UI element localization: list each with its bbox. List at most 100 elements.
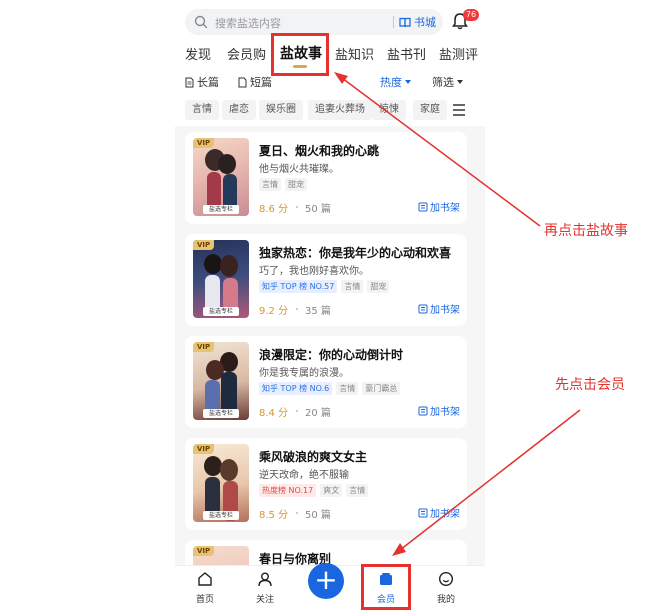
separator-dot [296,308,298,310]
search-bar[interactable]: 搜索盐选内容 书城 [185,9,443,35]
nav-profile-label: 我的 [436,595,455,605]
story-title: 乘风破浪的爽文女主 [259,450,368,464]
profile-icon [438,571,454,587]
bookstore-label: 书城 [414,16,436,29]
notification-badge: 76 [463,9,479,21]
chip-chase-wife[interactable]: 追妻火葬场 [308,100,372,120]
vip-badge: VIP [193,342,215,352]
story-title: 独家热恋：你是我年少的心动和欢喜 [259,246,452,260]
tab-member-shop[interactable]: 会员购 [227,44,266,63]
search-divider [393,16,394,28]
story-tags: 言情 甜宠 [259,178,307,191]
nav-profile[interactable]: 我的 [426,571,466,605]
separator-dot [296,512,298,514]
follow-icon [258,572,272,587]
create-post-button[interactable]: + [308,563,344,599]
column-tag: 盐选专栏 [203,409,239,418]
story-desc: 他与烟火共璀璨。 [259,164,339,175]
story-desc: 逆天改命，绝不服输 [259,470,349,481]
filter-bar: 长篇 短篇 热度 筛选 [175,68,485,96]
column-tag: 盐选专栏 [203,511,239,520]
nav-home-label: 首页 [195,595,214,605]
story-card[interactable]: VIP 盐选专栏 夏日、烟火和我的心跳 他与烟火共璀璨。 言情 甜宠 8.6 分… [185,132,467,224]
tab-discover[interactable]: 发现 [185,44,211,63]
shelf-icon [418,406,428,415]
story-tag: 甜宠 [367,280,390,293]
nav-home[interactable]: 首页 [185,571,225,605]
chip-angst[interactable]: 虐恋 [222,100,256,120]
add-to-shelf-label: 加书架 [430,509,460,520]
add-to-shelf-label: 加书架 [430,203,460,214]
story-cover: VIP 盐选专栏 [193,240,249,318]
separator-dot [296,410,298,412]
story-count: 20 篇 [305,408,331,419]
story-tag: 豪门霸总 [362,382,401,395]
add-to-shelf-button[interactable]: 加书架 [418,301,460,316]
vip-badge: VIP [193,138,215,148]
genre-chips: 言情 虐恋 娱乐圈 追妻火葬场 惊悚 家庭 [175,96,485,126]
category-tabs: 发现 会员购 盐故事 盐知识 盐书刊 盐测评 [175,38,485,68]
story-cover: VIP 盐选专栏 [193,138,249,216]
search-placeholder: 搜索盐选内容 [215,17,281,30]
story-tag: 言情 [336,382,359,395]
story-cover: VIP 盐选专栏 [193,444,249,522]
filter-dropdown[interactable]: 筛选 [432,74,463,90]
chip-family[interactable]: 家庭 [413,100,447,120]
chip-thriller[interactable]: 惊悚 [372,100,406,120]
story-count: 50 篇 [305,204,331,215]
rank-tag: 知乎 TOP 榜 NO.6 [259,382,333,395]
bottom-nav: 首页 关注 + 会员 我的 [175,563,485,614]
chevron-down-icon [457,80,463,84]
tab-salt-books[interactable]: 盐书刊 [387,44,426,63]
bookstore-button[interactable]: 书城 [399,14,436,30]
story-card[interactable]: VIP 盐选专栏 浪漫限定：你的心动倒计时 你是我专属的浪漫。 知乎 TOP 榜… [185,336,467,428]
rank-tag: 知乎 TOP 榜 NO.57 [259,280,338,293]
story-tags: 知乎 TOP 榜 NO.6 言情 豪门霸总 [259,382,401,395]
add-to-shelf-label: 加书架 [430,305,460,316]
chip-romance[interactable]: 言情 [185,100,219,120]
document-icon [238,77,247,87]
nav-follow[interactable]: 关注 [245,571,285,605]
separator-dot [296,206,298,208]
story-desc: 巧了，我也刚好喜欢你。 [259,266,369,277]
long-form-label: 长篇 [197,76,219,89]
long-form-filter[interactable]: 长篇 [185,74,219,90]
short-form-filter[interactable]: 短篇 [238,74,272,90]
shelf-icon [418,508,428,517]
rank-tag: 热度榜 NO.17 [259,484,317,497]
story-tags: 热度榜 NO.17 爽文 言情 [259,484,369,497]
phone-screen: 搜索盐选内容 书城 76 发现 会员购 盐故事 盐知识 盐书刊 盐测评 长篇 短… [175,0,485,614]
shelf-icon [418,202,428,211]
vip-badge: VIP [193,444,215,454]
chevron-down-icon [405,80,411,84]
document-icon [185,77,194,87]
vip-badge: VIP [193,546,215,556]
menu-icon[interactable] [451,102,467,118]
annotation-step2: 再点击盐故事 [544,223,628,239]
nav-follow-label: 关注 [255,595,274,605]
story-cover: VIP 盐选专栏 [193,342,249,420]
filter-label: 筛选 [432,76,454,89]
add-to-shelf-button[interactable]: 加书架 [418,199,460,214]
story-score: 8.4 分 [259,408,289,419]
chip-showbiz[interactable]: 娱乐圈 [259,100,303,120]
tab-salt-reviews[interactable]: 盐测评 [439,44,478,63]
story-count: 35 篇 [305,306,331,317]
column-tag: 盐选专栏 [203,205,239,214]
story-score: 8.6 分 [259,204,289,215]
story-card[interactable]: VIP 盐选专栏 独家热恋：你是我年少的心动和欢喜 巧了，我也刚好喜欢你。 知乎… [185,234,467,326]
add-to-shelf-button[interactable]: 加书架 [418,505,460,520]
highlight-salt-stories-tab [271,33,329,76]
short-form-label: 短篇 [250,76,272,89]
tab-salt-knowledge[interactable]: 盐知识 [335,44,374,63]
vip-badge: VIP [193,240,215,250]
story-count: 50 篇 [305,510,331,521]
story-card[interactable]: VIP 盐选专栏 乘风破浪的爽文女主 逆天改命，绝不服输 热度榜 NO.17 爽… [185,438,467,530]
story-score: 9.2 分 [259,306,289,317]
story-title: 夏日、烟火和我的心跳 [259,144,380,158]
story-score: 8.5 分 [259,510,289,521]
column-tag: 盐选专栏 [203,307,239,316]
sort-dropdown[interactable]: 热度 [380,74,411,90]
home-icon [198,572,212,586]
add-to-shelf-button[interactable]: 加书架 [418,403,460,418]
